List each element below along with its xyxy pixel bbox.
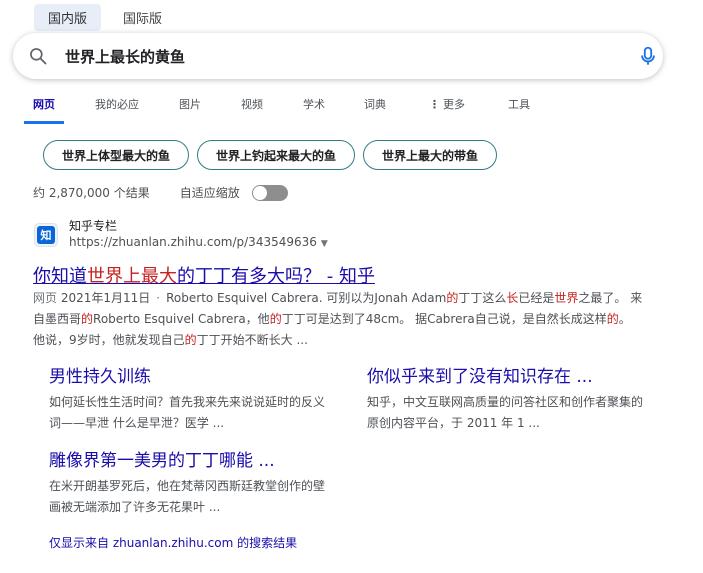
sublink-block: 你似乎来到了没有知识存在 ... 知乎，中文互联网高质量的问答社区和创作者聚集的… bbox=[367, 366, 647, 434]
search-icon[interactable] bbox=[28, 46, 48, 66]
snippet-part: 丁丁可是达到了48cm。 据Cabrera自己说，是自然长成这样 bbox=[281, 312, 607, 326]
snippet-date: 2021年1月11日 bbox=[60, 291, 151, 305]
region-tab-domestic[interactable]: 国内版 bbox=[34, 4, 102, 31]
nav-tab-academic[interactable]: 学术 bbox=[303, 96, 325, 112]
nav-tab-videos[interactable]: 视频 bbox=[241, 96, 263, 112]
nav-tab-tools[interactable]: 工具 bbox=[508, 96, 530, 112]
snippet-part: 丁丁这么 bbox=[458, 291, 507, 305]
snippet-highlight: 长 bbox=[506, 291, 519, 305]
separator-dot: · bbox=[156, 291, 161, 305]
result-count: 约 2,870,000 个结果 bbox=[33, 186, 150, 200]
title-part: 你知道 bbox=[33, 266, 87, 287]
autozoom-toggle[interactable] bbox=[251, 184, 288, 201]
site-url-text: https://zhuanlan.zhihu.com/p/343549636 bbox=[69, 235, 317, 249]
sublink-desc: 在米开朗基罗死后，他在梵蒂冈西斯廷教堂创作的壁画被无端添加了许多无花果叶 ... bbox=[49, 479, 326, 514]
snippet-highlight: 世界 bbox=[554, 291, 579, 305]
snippet-highlight: 的 bbox=[606, 312, 619, 326]
region-tab-international[interactable]: 国际版 bbox=[109, 4, 176, 31]
result-title-link[interactable]: 你知道世界上最大的丁丁有多大吗？ - 知乎 bbox=[33, 262, 375, 288]
result-stats: 约 2,870,000 个结果 自适应缩放 bbox=[33, 184, 288, 201]
snippet-part: 丁丁开始不断长大 ... bbox=[196, 333, 308, 347]
site-url[interactable]: https://zhuanlan.zhihu.com/p/343549636 ▼ bbox=[69, 234, 328, 252]
more-dots-icon: ⋮ bbox=[429, 98, 440, 111]
related-chip[interactable]: 世界上钓起来最大的鱼 bbox=[197, 140, 356, 170]
region-tabs: 国内版 国际版 bbox=[34, 4, 176, 31]
snippet-part: Roberto Esquivel Cabrera，他 bbox=[93, 312, 270, 326]
microphone-icon[interactable] bbox=[637, 45, 659, 67]
snippet-highlight: 的 bbox=[446, 291, 459, 305]
snippet-highlight: 的 bbox=[269, 312, 282, 326]
title-part: 的丁丁有多大吗？ - 知乎 bbox=[177, 266, 375, 287]
sublink-block: 男性持久训练 如何延长性生活时间？首先我来先来说说延时的反义词——早泄 什么是早… bbox=[49, 366, 329, 434]
sublink-title[interactable]: 雕像界第一美男的丁丁哪能 ... bbox=[49, 450, 329, 472]
nav-tab-dictionary[interactable]: 词典 bbox=[364, 96, 386, 112]
related-chip[interactable]: 世界上体型最大的鱼 bbox=[43, 140, 190, 170]
sublink-block: 雕像界第一美男的丁丁哪能 ... 在米开朗基罗死后，他在梵蒂冈西斯廷教堂创作的壁… bbox=[49, 450, 329, 518]
active-tab-indicator bbox=[24, 121, 64, 124]
snippet-part: 已经是 bbox=[518, 291, 555, 305]
result-site: 知 知乎专栏 https://zhuanlan.zhihu.com/p/3435… bbox=[34, 218, 328, 252]
sublink-title[interactable]: 男性持久训练 bbox=[49, 366, 329, 388]
related-chip[interactable]: 世界上最大的带鱼 bbox=[363, 140, 498, 170]
sublink-desc: 如何延长性生活时间？首先我来先来说说延时的反义词——早泄 什么是早泄？医学 ..… bbox=[49, 395, 326, 430]
title-highlight: 世界上最大 bbox=[87, 266, 177, 287]
autozoom-label: 自适应缩放 bbox=[179, 186, 240, 200]
related-chips: 世界上体型最大的鱼 世界上钓起来最大的鱼 世界上最大的带鱼 bbox=[43, 140, 498, 170]
result-snippet: 网页 2021年1月11日 · Roberto Esquivel Cabrera. … bbox=[33, 288, 643, 351]
nav-tab-my-bing[interactable]: 我的必应 bbox=[95, 96, 139, 112]
sublink-desc: 知乎，中文互联网高质量的问答社区和创作者聚集的原创内容平台，于 2011 年 1… bbox=[367, 395, 644, 430]
snippet-tag: 网页 bbox=[33, 291, 58, 305]
search-input[interactable] bbox=[65, 45, 605, 67]
snippet-highlight: 的 bbox=[184, 333, 197, 347]
nav-tab-web[interactable]: 网页 bbox=[33, 96, 55, 112]
favicon-glyph: 知 bbox=[37, 226, 55, 244]
sublink-title[interactable]: 你似乎来到了没有知识存在 ... bbox=[367, 366, 647, 388]
snippet-part: Roberto Esquivel Cabrera. 可别以为Jonah Adam bbox=[166, 291, 447, 305]
zhihu-favicon-icon: 知 bbox=[34, 223, 58, 247]
site-text: 知乎专栏 https://zhuanlan.zhihu.com/p/343549… bbox=[69, 218, 328, 252]
site-name[interactable]: 知乎专栏 bbox=[69, 218, 328, 234]
only-from-site-link[interactable]: 仅显示来自 zhuanlan.zhihu.com 的搜索结果 bbox=[49, 534, 297, 551]
toggle-knob bbox=[252, 185, 267, 200]
search-box bbox=[13, 33, 663, 79]
snippet-highlight: 的 bbox=[81, 312, 94, 326]
nav-more-label: 更多 bbox=[443, 98, 465, 111]
nav-tab-more[interactable]: ⋮ 更多 bbox=[429, 96, 465, 112]
nav-tab-images[interactable]: 图片 bbox=[179, 96, 201, 112]
caret-down-icon[interactable]: ▼ bbox=[321, 239, 328, 249]
